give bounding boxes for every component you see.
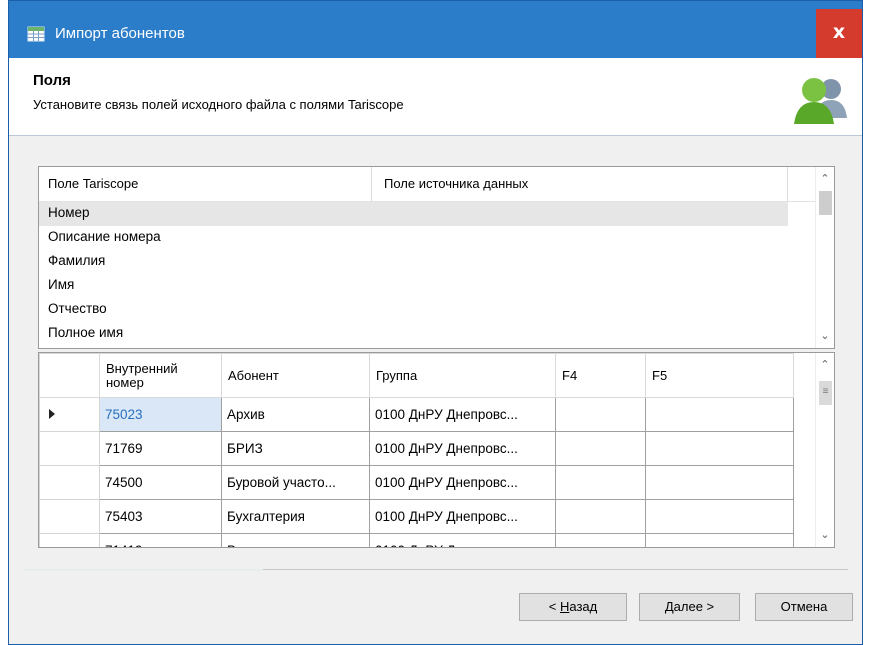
table-row[interactable]: 75403 Бухгалтерия 0100 ДнРУ Днепровс... (39, 499, 794, 534)
row-header[interactable] (39, 465, 100, 500)
table-cell[interactable]: Бухгалтерия (221, 499, 370, 534)
back-button-prefix: < (548, 599, 560, 614)
table-row[interactable]: 74500 Буровой участо... 0100 ДнРУ Днепро… (39, 465, 794, 500)
table-cell[interactable] (555, 465, 646, 500)
data-preview-grid[interactable]: Внутренний номер Абонент Группа F4 F5 75… (38, 352, 835, 548)
table-row[interactable]: 71769 БРИЗ 0100 ДнРУ Днепровс... (39, 431, 794, 466)
table-cell[interactable]: 74500 (99, 465, 222, 500)
import-subscribers-window: Импорт абонентов x Поля Установите связь… (8, 0, 863, 645)
table-cell[interactable] (645, 431, 794, 466)
row-header[interactable] (39, 397, 100, 432)
mapping-row[interactable]: Описание номера (39, 226, 824, 250)
back-button-access-key: Н (559, 599, 570, 614)
back-button[interactable]: < Назад (519, 593, 627, 621)
wizard-header: Поля Установите связь полей исходного фа… (9, 58, 862, 136)
next-button-label: алее > (673, 599, 715, 614)
column-header[interactable]: Абонент (221, 353, 370, 398)
chevron-down-icon[interactable]: ⌄ (816, 326, 834, 346)
mapping-header: Поле Tariscope Поле источника данных (39, 167, 824, 202)
table-cell[interactable]: 0100 ДнРУ Днепровс... (369, 431, 556, 466)
table-cell[interactable]: Водоотлив (221, 533, 370, 547)
column-header[interactable]: F5 (645, 353, 794, 398)
table-icon (27, 25, 45, 43)
table-cell[interactable] (645, 465, 794, 500)
table-cell[interactable]: 0100 ДнРУ Днепровс... (369, 397, 556, 432)
field-mapping-list[interactable]: Поле Tariscope Поле источника данных Ном… (38, 166, 835, 349)
table-cell[interactable] (555, 397, 646, 432)
back-button-label: азад (569, 599, 598, 614)
row-header[interactable] (39, 533, 100, 547)
column-header-source-field[interactable]: Поле источника данных (373, 167, 788, 202)
table-cell[interactable]: 75023 (99, 397, 222, 432)
table-cell[interactable]: 71769 (99, 431, 222, 466)
preview-table: Внутренний номер Абонент Группа F4 F5 75… (39, 353, 794, 547)
mapping-scrollbar[interactable]: ⌃ ⌄ (815, 167, 834, 348)
page-subtitle: Установите связь полей исходного файла с… (33, 97, 404, 112)
table-cell[interactable] (555, 431, 646, 466)
table-header-row: Внутренний номер Абонент Группа F4 F5 (39, 353, 794, 398)
table-row[interactable]: 71419 Водоотлив 0100 ДнРУ Днепровс... (39, 533, 794, 547)
column-header[interactable]: Внутренний номер (99, 353, 222, 398)
scrollbar-thumb[interactable] (819, 191, 832, 215)
cancel-button[interactable]: Отмена (755, 593, 853, 621)
chevron-down-icon[interactable]: ⌄ (816, 525, 834, 545)
column-header[interactable]: F4 (555, 353, 646, 398)
table-cell[interactable]: Архив (221, 397, 370, 432)
table-cell[interactable]: 0100 ДнРУ Днепровс... (369, 499, 556, 534)
next-button-access-key: Д (664, 599, 674, 614)
table-cell[interactable] (555, 533, 646, 547)
mapping-row[interactable]: Номер (39, 202, 788, 226)
table-cell[interactable]: 75403 (99, 499, 222, 534)
mapping-row[interactable]: Фамилия (39, 250, 824, 274)
scrollbar-thumb[interactable]: ≡ (819, 381, 832, 405)
grid-scrollbar[interactable]: ⌃ ≡ ⌄ (815, 353, 834, 547)
window-title: Импорт абонентов (55, 25, 185, 42)
mapping-row[interactable]: Имя (39, 274, 824, 298)
table-cell[interactable] (555, 499, 646, 534)
title-bar[interactable]: Импорт абонентов x (9, 1, 862, 58)
table-cell[interactable] (645, 499, 794, 534)
column-header[interactable]: Группа (369, 353, 556, 398)
row-header[interactable] (39, 499, 100, 534)
users-icon (789, 68, 851, 130)
chevron-up-icon[interactable]: ⌃ (816, 169, 834, 189)
row-header[interactable] (39, 431, 100, 466)
column-header-tariscope-field[interactable]: Поле Tariscope (39, 167, 372, 202)
chevron-up-icon[interactable]: ⌃ (816, 355, 834, 375)
table-row[interactable]: 75023 Архив 0100 ДнРУ Днепровс... (39, 397, 794, 432)
current-row-arrow-icon (49, 409, 55, 419)
table-cell[interactable]: 71419 (99, 533, 222, 547)
footer-divider (23, 569, 848, 571)
table-cell[interactable]: БРИЗ (221, 431, 370, 466)
mapping-row[interactable]: Отчество (39, 298, 824, 322)
table-cell[interactable] (645, 533, 794, 547)
close-button[interactable]: x (816, 9, 862, 58)
next-button[interactable]: Далее > (639, 593, 740, 621)
table-cell[interactable]: 0100 ДнРУ Днепровс... (369, 533, 556, 547)
mapping-row[interactable]: Полное имя (39, 322, 824, 346)
table-cell[interactable] (645, 397, 794, 432)
progress-accent (23, 569, 263, 571)
page-title: Поля (33, 72, 71, 89)
table-cell[interactable]: 0100 ДнРУ Днепровс... (369, 465, 556, 500)
row-header-corner (39, 353, 100, 398)
table-cell[interactable]: Буровой участо... (221, 465, 370, 500)
